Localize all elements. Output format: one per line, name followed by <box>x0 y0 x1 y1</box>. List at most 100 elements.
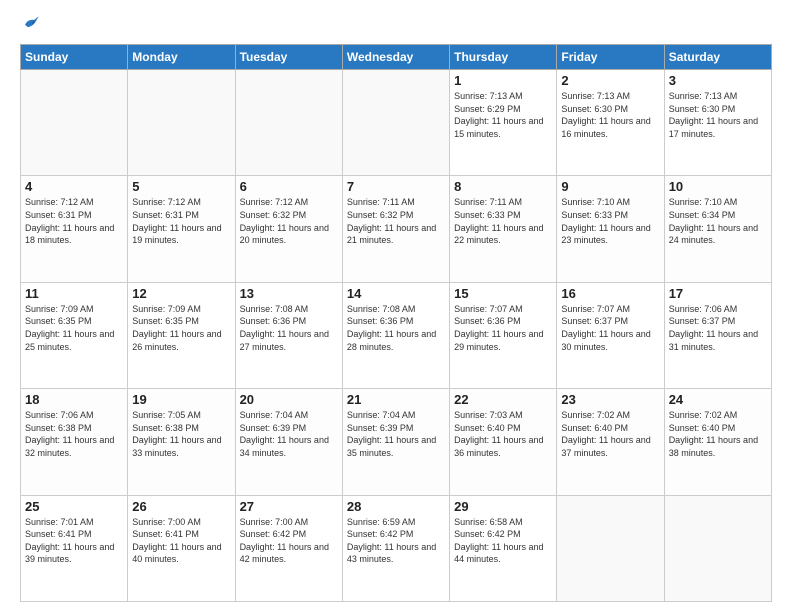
logo-bird-icon <box>22 14 40 32</box>
weekday-header-cell: Friday <box>557 45 664 70</box>
day-number: 12 <box>132 286 230 301</box>
calendar-day-cell: 14 Sunrise: 7:08 AM Sunset: 6:36 PM Dayli… <box>342 282 449 388</box>
weekday-header-cell: Sunday <box>21 45 128 70</box>
day-number: 24 <box>669 392 767 407</box>
calendar-day-cell: 2 Sunrise: 7:13 AM Sunset: 6:30 PM Daylig… <box>557 70 664 176</box>
day-info: Sunrise: 7:01 AM Sunset: 6:41 PM Dayligh… <box>25 516 123 566</box>
calendar-day-cell: 22Sunrise: 7:03 AM Sunset: 6:40 PM Dayli… <box>450 389 557 495</box>
logo <box>20 16 40 34</box>
day-number: 1 <box>454 73 552 88</box>
calendar-table: SundayMondayTuesdayWednesdayThursdayFrid… <box>20 44 772 602</box>
weekday-header-cell: Monday <box>128 45 235 70</box>
calendar-week-row: 25 Sunrise: 7:01 AM Sunset: 6:41 PM Dayli… <box>21 495 772 601</box>
calendar-day-cell: 27 Sunrise: 7:00 AM Sunset: 6:42 PM Dayli… <box>235 495 342 601</box>
day-number: 11 <box>25 286 123 301</box>
day-number: 29 <box>454 499 552 514</box>
day-number: 8 <box>454 179 552 194</box>
calendar-day-cell: 4 Sunrise: 7:12 AM Sunset: 6:31 PM Daylig… <box>21 176 128 282</box>
calendar-body: 1 Sunrise: 7:13 AM Sunset: 6:29 PM Daylig… <box>21 70 772 602</box>
calendar-day-cell: 10 Sunrise: 7:10 AM Sunset: 6:34 PM Dayli… <box>664 176 771 282</box>
calendar-day-cell: 13Sunrise: 7:08 AM Sunset: 6:36 PM Dayli… <box>235 282 342 388</box>
calendar-day-cell: 29Sunrise: 6:58 AM Sunset: 6:42 PM Dayli… <box>450 495 557 601</box>
day-info: Sunrise: 7:03 AM Sunset: 6:40 PM Dayligh… <box>454 409 552 459</box>
day-info: Sunrise: 7:13 AM Sunset: 6:30 PM Dayligh… <box>561 90 659 140</box>
day-info: Sunrise: 7:07 AM Sunset: 6:36 PM Dayligh… <box>454 303 552 353</box>
day-info: Sunrise: 7:13 AM Sunset: 6:29 PM Dayligh… <box>454 90 552 140</box>
day-info: Sunrise: 7:12 AM Sunset: 6:32 PM Dayligh… <box>240 196 338 246</box>
day-number: 21 <box>347 392 445 407</box>
day-number: 17 <box>669 286 767 301</box>
calendar-day-cell <box>21 70 128 176</box>
calendar-week-row: 18Sunrise: 7:06 AM Sunset: 6:38 PM Dayli… <box>21 389 772 495</box>
day-info: Sunrise: 7:12 AM Sunset: 6:31 PM Dayligh… <box>25 196 123 246</box>
day-info: Sunrise: 7:00 AM Sunset: 6:42 PM Dayligh… <box>240 516 338 566</box>
day-info: Sunrise: 7:08 AM Sunset: 6:36 PM Dayligh… <box>240 303 338 353</box>
day-number: 20 <box>240 392 338 407</box>
weekday-header-cell: Wednesday <box>342 45 449 70</box>
day-number: 4 <box>25 179 123 194</box>
calendar-day-cell: 5 Sunrise: 7:12 AM Sunset: 6:31 PM Daylig… <box>128 176 235 282</box>
calendar-week-row: 11 Sunrise: 7:09 AM Sunset: 6:35 PM Dayli… <box>21 282 772 388</box>
day-number: 27 <box>240 499 338 514</box>
day-number: 26 <box>132 499 230 514</box>
calendar-day-cell <box>342 70 449 176</box>
calendar-day-cell <box>128 70 235 176</box>
calendar-day-cell: 1 Sunrise: 7:13 AM Sunset: 6:29 PM Daylig… <box>450 70 557 176</box>
calendar-day-cell: 9 Sunrise: 7:10 AM Sunset: 6:33 PM Daylig… <box>557 176 664 282</box>
day-info: Sunrise: 7:13 AM Sunset: 6:30 PM Dayligh… <box>669 90 767 140</box>
calendar-day-cell: 21 Sunrise: 7:04 AM Sunset: 6:39 PM Dayli… <box>342 389 449 495</box>
calendar-day-cell: 26Sunrise: 7:00 AM Sunset: 6:41 PM Dayli… <box>128 495 235 601</box>
calendar-day-cell: 20Sunrise: 7:04 AM Sunset: 6:39 PM Dayli… <box>235 389 342 495</box>
calendar-day-cell <box>235 70 342 176</box>
day-number: 16 <box>561 286 659 301</box>
day-number: 2 <box>561 73 659 88</box>
calendar-day-cell: 8 Sunrise: 7:11 AM Sunset: 6:33 PM Daylig… <box>450 176 557 282</box>
calendar-week-row: 4 Sunrise: 7:12 AM Sunset: 6:31 PM Daylig… <box>21 176 772 282</box>
day-number: 19 <box>132 392 230 407</box>
calendar-day-cell <box>664 495 771 601</box>
calendar-day-cell: 11 Sunrise: 7:09 AM Sunset: 6:35 PM Dayli… <box>21 282 128 388</box>
day-info: Sunrise: 7:10 AM Sunset: 6:34 PM Dayligh… <box>669 196 767 246</box>
calendar-day-cell: 18Sunrise: 7:06 AM Sunset: 6:38 PM Dayli… <box>21 389 128 495</box>
day-info: Sunrise: 7:06 AM Sunset: 6:38 PM Dayligh… <box>25 409 123 459</box>
calendar-day-cell: 28Sunrise: 6:59 AM Sunset: 6:42 PM Dayli… <box>342 495 449 601</box>
weekday-header-row: SundayMondayTuesdayWednesdayThursdayFrid… <box>21 45 772 70</box>
day-info: Sunrise: 7:06 AM Sunset: 6:37 PM Dayligh… <box>669 303 767 353</box>
day-info: Sunrise: 7:11 AM Sunset: 6:33 PM Dayligh… <box>454 196 552 246</box>
day-info: Sunrise: 7:07 AM Sunset: 6:37 PM Dayligh… <box>561 303 659 353</box>
day-number: 10 <box>669 179 767 194</box>
day-info: Sunrise: 7:09 AM Sunset: 6:35 PM Dayligh… <box>25 303 123 353</box>
day-number: 9 <box>561 179 659 194</box>
day-number: 25 <box>25 499 123 514</box>
calendar-day-cell: 16 Sunrise: 7:07 AM Sunset: 6:37 PM Dayli… <box>557 282 664 388</box>
day-info: Sunrise: 7:04 AM Sunset: 6:39 PM Dayligh… <box>347 409 445 459</box>
day-info: Sunrise: 7:02 AM Sunset: 6:40 PM Dayligh… <box>669 409 767 459</box>
calendar-day-cell: 23Sunrise: 7:02 AM Sunset: 6:40 PM Dayli… <box>557 389 664 495</box>
day-number: 5 <box>132 179 230 194</box>
day-info: Sunrise: 7:12 AM Sunset: 6:31 PM Dayligh… <box>132 196 230 246</box>
day-number: 6 <box>240 179 338 194</box>
page-header <box>20 16 772 34</box>
weekday-header-cell: Saturday <box>664 45 771 70</box>
weekday-header-cell: Thursday <box>450 45 557 70</box>
day-info: Sunrise: 7:05 AM Sunset: 6:38 PM Dayligh… <box>132 409 230 459</box>
day-info: Sunrise: 7:10 AM Sunset: 6:33 PM Dayligh… <box>561 196 659 246</box>
calendar-day-cell: 17 Sunrise: 7:06 AM Sunset: 6:37 PM Dayli… <box>664 282 771 388</box>
day-info: Sunrise: 7:11 AM Sunset: 6:32 PM Dayligh… <box>347 196 445 246</box>
day-number: 23 <box>561 392 659 407</box>
calendar-day-cell <box>557 495 664 601</box>
calendar-day-cell: 15Sunrise: 7:07 AM Sunset: 6:36 PM Dayli… <box>450 282 557 388</box>
day-info: Sunrise: 7:08 AM Sunset: 6:36 PM Dayligh… <box>347 303 445 353</box>
calendar-day-cell: 24 Sunrise: 7:02 AM Sunset: 6:40 PM Dayli… <box>664 389 771 495</box>
day-number: 3 <box>669 73 767 88</box>
day-number: 14 <box>347 286 445 301</box>
calendar-day-cell: 19 Sunrise: 7:05 AM Sunset: 6:38 PM Dayli… <box>128 389 235 495</box>
weekday-header-cell: Tuesday <box>235 45 342 70</box>
day-info: Sunrise: 7:09 AM Sunset: 6:35 PM Dayligh… <box>132 303 230 353</box>
day-number: 28 <box>347 499 445 514</box>
calendar-day-cell: 7 Sunrise: 7:11 AM Sunset: 6:32 PM Daylig… <box>342 176 449 282</box>
calendar-day-cell: 12 Sunrise: 7:09 AM Sunset: 6:35 PM Dayli… <box>128 282 235 388</box>
calendar-day-cell: 25 Sunrise: 7:01 AM Sunset: 6:41 PM Dayli… <box>21 495 128 601</box>
day-number: 7 <box>347 179 445 194</box>
calendar-day-cell: 3 Sunrise: 7:13 AM Sunset: 6:30 PM Daylig… <box>664 70 771 176</box>
